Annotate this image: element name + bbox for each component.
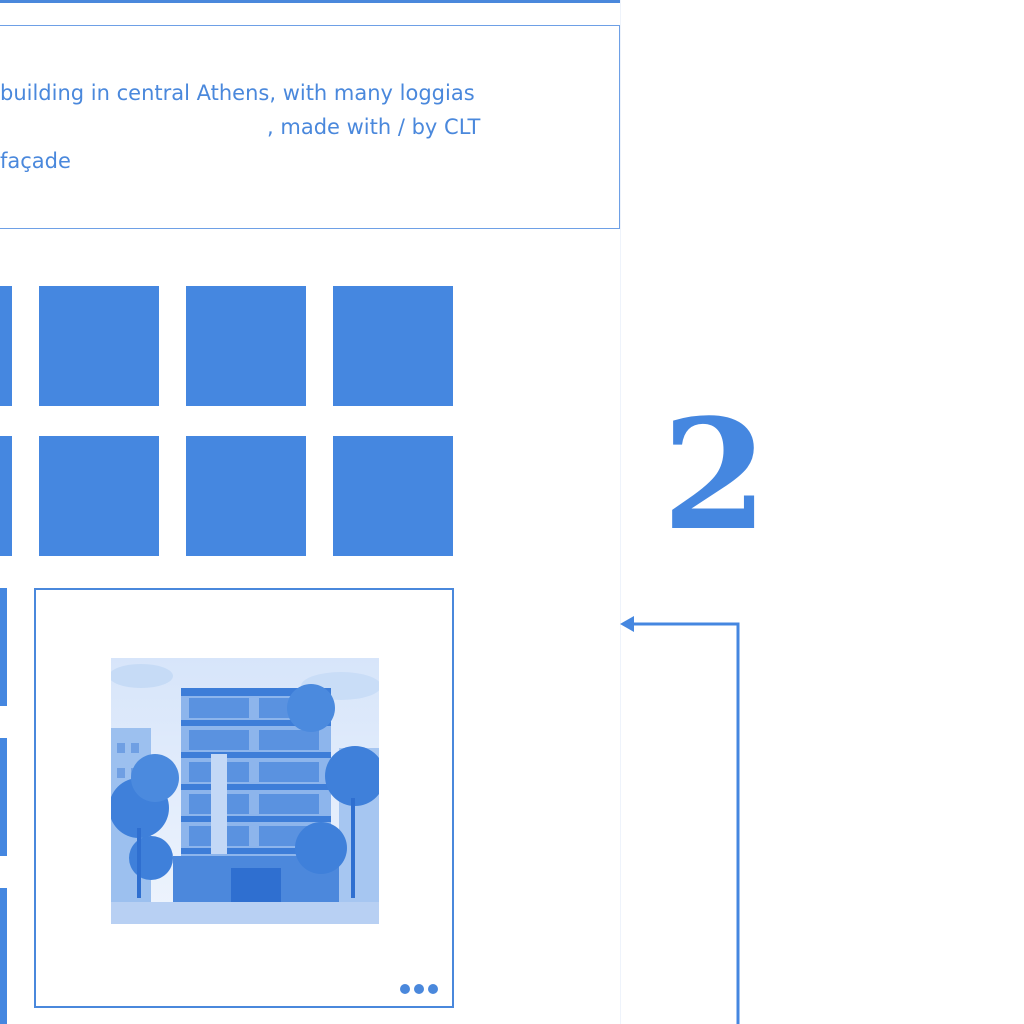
- thumbnail[interactable]: [39, 436, 159, 556]
- thumbnail-edge[interactable]: [0, 888, 7, 1024]
- thumbnail[interactable]: [186, 436, 306, 556]
- dot: [414, 984, 424, 994]
- thumbnail[interactable]: [333, 436, 453, 556]
- building-image: [111, 658, 379, 924]
- thumbnail-edge[interactable]: [0, 738, 7, 856]
- thumbnail[interactable]: [186, 286, 306, 406]
- arrow-left-icon: [620, 616, 740, 1024]
- thumbnail[interactable]: [0, 286, 12, 406]
- top-divider: [0, 0, 621, 3]
- prompt-line-1: building in central Athens, with many lo…: [0, 81, 475, 105]
- thumbnail[interactable]: [0, 436, 12, 556]
- step-number: 2: [662, 385, 768, 564]
- more-dots-icon[interactable]: [400, 984, 438, 994]
- dot: [428, 984, 438, 994]
- prompt-text: building in central Athens, with many lo…: [0, 76, 480, 178]
- thumbnail-edge[interactable]: [0, 588, 7, 706]
- selected-result-card[interactable]: [34, 588, 454, 1008]
- thumbnail[interactable]: [39, 286, 159, 406]
- prompt-line-3: façade: [0, 149, 71, 173]
- prompt-line-2: , made with / by CLT: [0, 115, 481, 139]
- dot: [400, 984, 410, 994]
- thumbnail[interactable]: [333, 286, 453, 406]
